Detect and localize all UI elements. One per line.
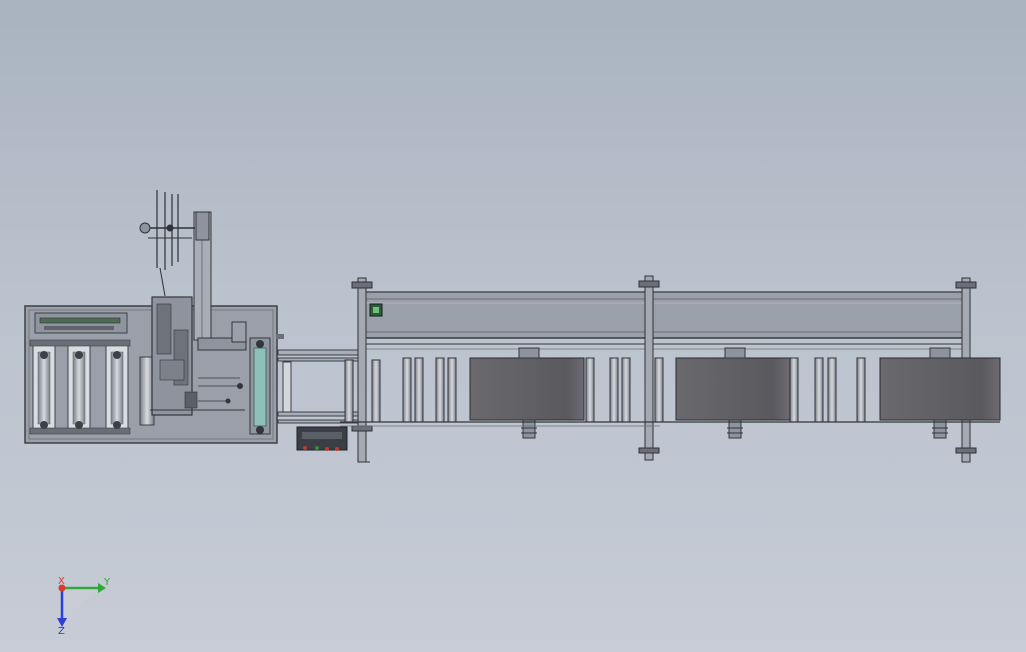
conveyor-line — [340, 275, 1001, 463]
electrical-box — [296, 426, 348, 451]
ear-loop-rolls — [29, 339, 131, 435]
material-roll-3 — [879, 347, 1001, 439]
cad-viewport[interactable]: X Y Z — [0, 0, 1026, 652]
z-axis-label: Z — [58, 626, 65, 637]
roller-group-3 — [789, 357, 866, 423]
material-roll-2 — [675, 347, 791, 439]
left-machine — [24, 190, 284, 444]
machine-drawing: X Y Z — [24, 190, 1001, 637]
ear-loop-feeder — [139, 190, 195, 297]
coordinate-triad: X Y Z — [57, 576, 111, 637]
y-axis-label: Y — [103, 577, 111, 588]
material-roll-1 — [469, 347, 585, 439]
x-axis-label: X — [58, 576, 65, 587]
